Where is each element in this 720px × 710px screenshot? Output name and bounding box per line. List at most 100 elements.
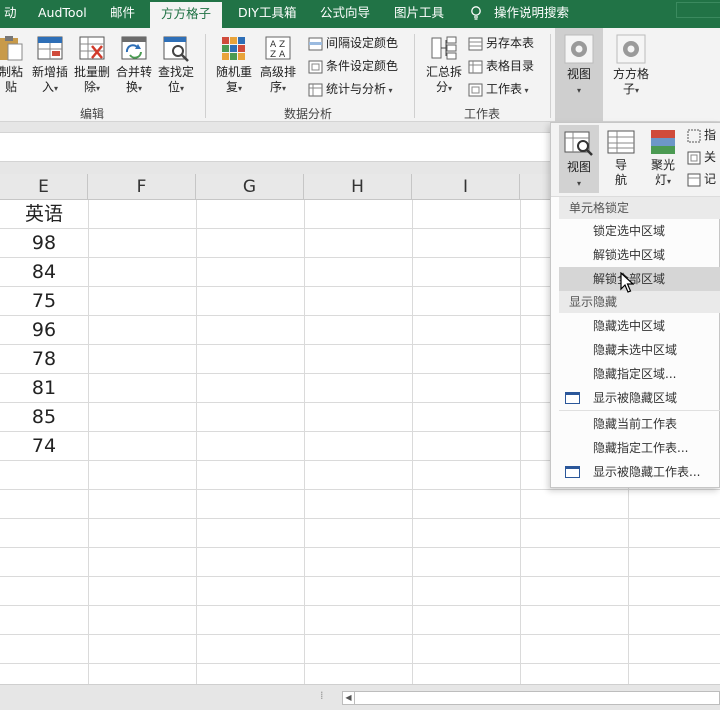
dropdown-view-button[interactable]: 视图 ▾: [559, 125, 599, 193]
menu-item-hide-specified[interactable]: 隐藏指定区域...: [559, 362, 720, 386]
summary-split-icon: [431, 36, 457, 60]
merge-convert-button[interactable]: 合并转 换▾: [114, 34, 154, 96]
ffgz-label-1: 方方格: [612, 67, 649, 81]
view-button[interactable]: 视图 ▾: [555, 28, 603, 122]
ffgz-button[interactable]: 方方格 子▾: [608, 34, 654, 98]
tab-mail[interactable]: 邮件: [106, 0, 139, 28]
locate-label-2: 位: [167, 80, 180, 94]
dropdown-small-button-3[interactable]: 记: [687, 169, 716, 189]
summary-caret-icon: ▾: [448, 84, 453, 93]
svg-text:A: A: [270, 40, 277, 50]
insert-label-1: 新增插: [31, 65, 68, 79]
cell-e-value[interactable]: 84: [0, 258, 88, 287]
worksheet-button[interactable]: 工作表 ▾: [468, 79, 529, 99]
dropdown-small-label-3: 记: [704, 172, 717, 186]
cell-e-value[interactable]: 85: [0, 403, 88, 432]
column-header-e[interactable]: E: [0, 174, 88, 200]
insert-caret-icon: ▾: [54, 84, 59, 93]
batch-delete-button[interactable]: 批量删 除▾: [72, 34, 112, 96]
view-dropdown-menu: 视图 ▾ 导 航 聚光 灯▾ 指 关 记 单元格锁定 锁定选中区域 解锁选中区域…: [550, 122, 720, 488]
menu-item-hide-specified-sheet[interactable]: 隐藏指定工作表...: [559, 436, 720, 460]
stats-button[interactable]: 统计与分析 ▾: [308, 79, 393, 99]
menu-item-hide-selected[interactable]: 隐藏选中区域: [559, 314, 720, 338]
tab-ffgz[interactable]: 方方格子: [150, 0, 222, 28]
tab-formula-wizard[interactable]: 公式向导: [316, 0, 374, 28]
navigation-button[interactable]: 导 航: [603, 129, 639, 188]
column-header-i[interactable]: I: [412, 174, 520, 200]
dropdown-small-button-2[interactable]: 关: [687, 147, 716, 167]
menu-item-show-hidden-area-label: 显示被隐藏区域: [593, 391, 678, 405]
mouse-cursor-icon: [620, 272, 634, 293]
menu-item-hide-current-sheet[interactable]: 隐藏当前工作表: [559, 412, 720, 436]
svg-text:Z: Z: [270, 50, 276, 60]
gridline: [0, 576, 720, 577]
spotlight-caret-icon: ▾: [667, 177, 672, 186]
tab-picture-tools[interactable]: 图片工具: [390, 0, 448, 28]
column-header-g[interactable]: G: [196, 174, 304, 200]
close-sheet-icon: [687, 151, 701, 164]
gridline: [0, 518, 720, 519]
menu-item-show-hidden-sheet[interactable]: 显示被隐藏工作表...: [559, 460, 720, 484]
cell-e-value[interactable]: 96: [0, 316, 88, 345]
cell-e-value[interactable]: 74: [0, 432, 88, 461]
section-show-hide: 显示隐藏: [559, 291, 720, 313]
scroll-left-icon[interactable]: ◀: [343, 692, 355, 704]
tell-me-search[interactable]: 操作说明搜索: [494, 0, 569, 28]
locate-label-1: 查找定: [157, 65, 194, 79]
cell-e-value[interactable]: 98: [0, 229, 88, 258]
copy-paste-label-2: 贴: [4, 80, 17, 94]
ribbon: 制粘 贴 新增插 入▾ 批量删 除▾ 合并转 换▾ 查找定 位▾ 编辑 随机重 …: [0, 28, 720, 122]
locate-button[interactable]: 查找定 位▾: [156, 34, 196, 96]
random-label-1: 随机重: [215, 65, 252, 79]
merge-caret-icon: ▾: [138, 84, 143, 93]
tab-audtool[interactable]: AudTool: [34, 0, 91, 28]
cell-e-value[interactable]: 81: [0, 374, 88, 403]
summary-label-1: 汇总拆: [425, 65, 462, 79]
menu-item-lock-selected[interactable]: 锁定选中区域: [559, 219, 720, 243]
cell-e-value[interactable]: 75: [0, 287, 88, 316]
splitter-handle-icon[interactable]: ⁞: [320, 689, 324, 702]
gridline: [196, 200, 197, 684]
share-box[interactable]: [676, 2, 720, 18]
horizontal-scrollbar[interactable]: ◀: [342, 691, 720, 705]
delete-table-icon: [79, 36, 105, 60]
menu-item-unlock-all[interactable]: 解锁全部区域: [559, 267, 720, 291]
tab-diy-toolbox[interactable]: DIY工具箱: [234, 0, 300, 28]
group-label-edit: 编辑: [80, 107, 105, 121]
save-copy-icon: [468, 37, 483, 50]
column-header-f[interactable]: F: [88, 174, 196, 200]
cell-e-header[interactable]: 英语: [0, 200, 88, 229]
spotlight-label-2: 灯: [654, 173, 667, 187]
condition-color-button[interactable]: 条件设定颜色: [308, 56, 398, 76]
pointer-grid-icon: [687, 129, 701, 142]
interval-color-button[interactable]: 间隔设定颜色: [308, 33, 398, 53]
random-button[interactable]: 随机重 复▾: [212, 34, 256, 96]
menu-item-hide-unselected[interactable]: 隐藏未选中区域: [559, 338, 720, 362]
save-copy-button[interactable]: 另存本表: [468, 33, 534, 53]
gridline: [520, 200, 521, 684]
summary-split-button[interactable]: 汇总拆 分▾: [422, 34, 466, 96]
stats-label: 统计与分析: [326, 82, 387, 96]
insert-label-2: 入: [41, 80, 54, 94]
dropdown-small-label-1: 指: [704, 128, 717, 142]
save-copy-label: 另存本表: [486, 36, 535, 50]
cell-e-value[interactable]: 78: [0, 345, 88, 374]
group-separator: [550, 34, 551, 118]
dropdown-small-button-1[interactable]: 指: [687, 125, 716, 145]
table-catalog-icon: [468, 60, 483, 73]
menu-item-unlock-selected[interactable]: 解锁选中区域: [559, 243, 720, 267]
advanced-sort-button[interactable]: A Z Z A 高级排 序▾: [256, 34, 300, 96]
table-catalog-button[interactable]: 表格目录: [468, 56, 534, 76]
menu-item-show-hidden-area[interactable]: 显示被隐藏区域: [559, 386, 720, 410]
insert-button[interactable]: 新增插 入▾: [30, 34, 70, 96]
insert-table-icon: [37, 36, 63, 60]
locate-caret-icon: ▾: [180, 84, 185, 93]
copy-paste-button[interactable]: 制粘 贴: [0, 34, 28, 95]
tab-automation[interactable]: 动: [0, 0, 21, 28]
copy-paste-label-1: 制粘: [0, 65, 23, 79]
column-header-h[interactable]: H: [304, 174, 412, 200]
merge-label-2: 换: [125, 80, 138, 94]
spotlight-button[interactable]: 聚光 灯▾: [643, 129, 683, 189]
view-caret-icon: ▾: [576, 86, 581, 95]
sort-label-2: 序: [269, 80, 282, 94]
